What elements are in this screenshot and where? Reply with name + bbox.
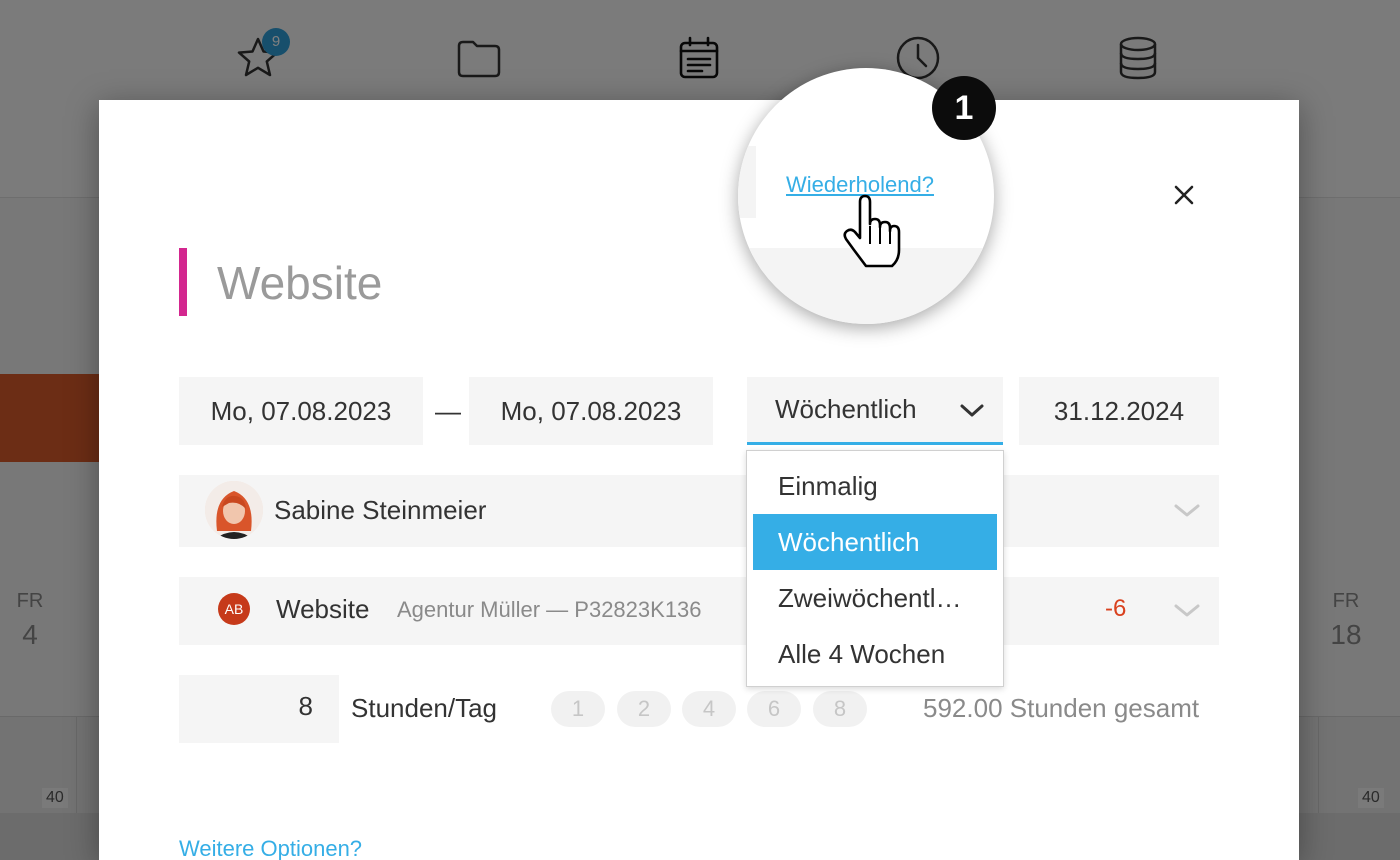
project-client-badge: AB — [218, 593, 250, 625]
close-button[interactable] — [1167, 178, 1201, 212]
hours-preset-button[interactable]: 1 — [551, 691, 605, 727]
project-select[interactable]: AB Website Agentur Müller — P32823K136 -… — [179, 577, 1219, 645]
avatar — [205, 481, 263, 539]
magnified-field-edge — [738, 146, 756, 218]
title-color-accent — [179, 248, 187, 316]
recurrence-option-einmalig[interactable]: Einmalig — [753, 458, 997, 514]
booking-modal: Website Mo, 07.08.2023 — Mo, 07.08.2023 … — [99, 100, 1299, 860]
recurrence-option-alle-4-wochen[interactable]: Alle 4 Wochen — [753, 626, 997, 682]
hand-cursor-icon — [843, 194, 901, 268]
person-select[interactable]: Sabine Steinmeier — [179, 475, 1219, 547]
tutorial-step-badge: 1 — [932, 76, 996, 140]
project-hours-difference: -6 — [1105, 595, 1127, 622]
hours-preset-button[interactable]: 8 — [813, 691, 867, 727]
chevron-down-icon — [960, 404, 984, 417]
chevron-down-icon — [1174, 504, 1200, 517]
date-range-separator: — — [435, 396, 461, 426]
end-date-field[interactable]: Mo, 07.08.2023 — [469, 377, 713, 445]
more-options-link[interactable]: Weitere Optionen? — [179, 836, 362, 860]
recurrence-dropdown-menu: Einmalig Wöchentlich Zweiwöchentl… Alle … — [746, 450, 1004, 687]
hours-preset-button[interactable]: 2 — [617, 691, 671, 727]
recurrence-select[interactable]: Wöchentlich — [747, 377, 1003, 445]
project-name: Website — [276, 594, 370, 624]
hours-preset-button[interactable]: 4 — [682, 691, 736, 727]
hours-preset-button[interactable]: 6 — [747, 691, 801, 727]
total-hours: 592.00 Stunden gesamt — [923, 693, 1200, 723]
start-date-field[interactable]: Mo, 07.08.2023 — [179, 377, 423, 445]
modal-title: Website — [217, 257, 383, 309]
recurrence-option-zweiwoechentlich[interactable]: Zweiwöchentl… — [753, 570, 997, 626]
project-meta: Agentur Müller — P32823K136 — [397, 597, 702, 622]
hours-unit-label: Stunden/Tag — [351, 693, 498, 723]
chevron-down-icon — [1174, 604, 1200, 617]
recurrence-option-woechentlich[interactable]: Wöchentlich — [753, 514, 997, 570]
recurrence-end-date-field[interactable]: 31.12.2024 — [1019, 377, 1219, 445]
close-icon — [1174, 185, 1194, 205]
person-name: Sabine Steinmeier — [274, 495, 487, 525]
recurrence-selected-value: Wöchentlich — [775, 394, 917, 424]
hours-per-day-input[interactable]: 8 — [179, 675, 339, 743]
